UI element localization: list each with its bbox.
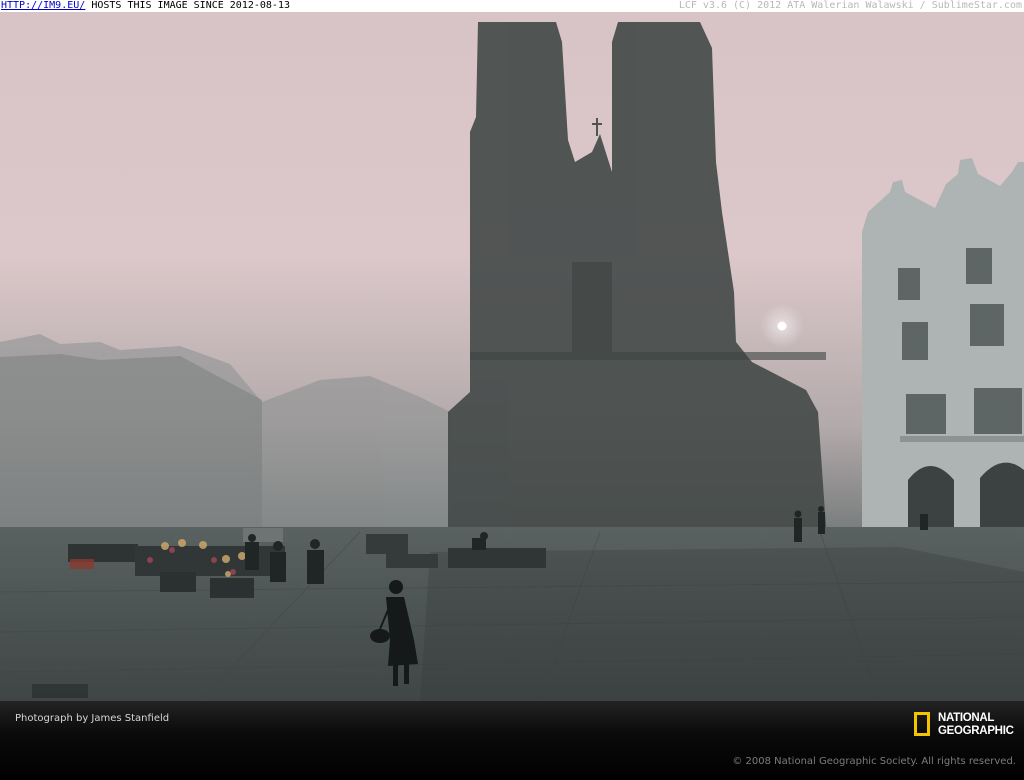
logo-text: NATIONAL GEOGRAPHIC (938, 712, 1014, 738)
hosting-text: HOSTS THIS IMAGE SINCE 2012-08-13 (85, 0, 290, 11)
foggy-square-photo (0, 12, 1024, 701)
yellow-rectangle-icon (914, 712, 930, 736)
hosting-banner-left: HTTP://IM9.EU/ HOSTS THIS IMAGE SINCE 20… (1, 0, 290, 12)
hosting-banner: HTTP://IM9.EU/ HOSTS THIS IMAGE SINCE 20… (0, 0, 1024, 12)
logo-line-2: GEOGRAPHIC (938, 725, 1014, 737)
logo-line-1: NATIONAL (938, 712, 995, 724)
sun (777, 321, 787, 331)
tenement-building (862, 158, 1024, 527)
national-geographic-logo: NATIONAL GEOGRAPHIC (914, 710, 1014, 742)
version-text: LCF v3.6 (C) 2012 ATA Walerian Walawski … (678, 0, 1022, 11)
caption-bar: Photograph by James Stanfield NATIONAL G… (0, 701, 1024, 780)
photo-credit: Photograph by James Stanfield (15, 713, 170, 724)
im9-link[interactable]: HTTP://IM9.EU/ (1, 0, 85, 11)
copyright-notice: © 2008 National Geographic Society. All … (732, 756, 1016, 767)
